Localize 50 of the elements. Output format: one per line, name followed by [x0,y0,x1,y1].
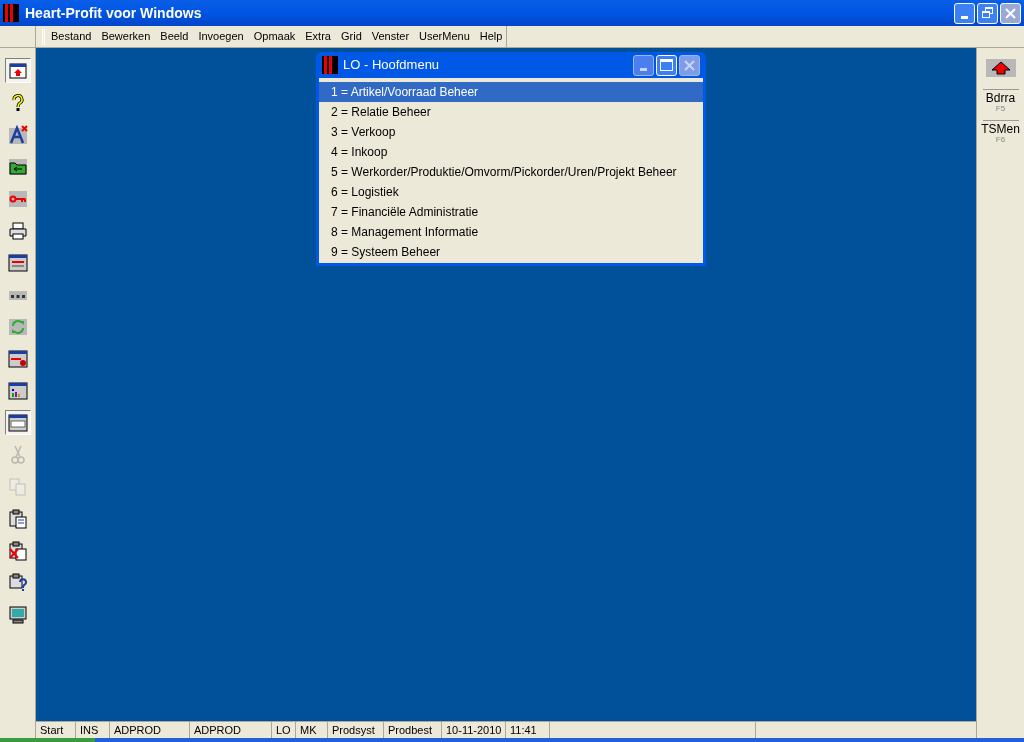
clipboard-question-icon [7,572,28,593]
menu-item[interactable]: Grid [340,28,362,45]
menu-option[interactable]: 3 = Verkoop [319,122,703,142]
app-logo-icon [322,56,338,74]
up-arrow-icon [990,61,1011,75]
menu-item[interactable]: Bestand [51,28,92,45]
toolbar-button[interactable]: TSMen F6 [982,120,1019,144]
key-icon [7,188,28,209]
window-title: Heart-Profit voor Windows [25,3,203,23]
clipboard-icon [7,508,28,529]
menu-option[interactable]: 4 = Inkoop [319,142,703,162]
menu-item[interactable]: Opmaak [253,28,296,45]
menu-option[interactable]: 2 = Relatie Beheer [319,102,703,122]
menu-option[interactable]: 9 = Systeem Beheer [319,242,703,262]
window-icon [7,412,28,433]
menu-option[interactable]: 1 = Artikel/Voorraad Beheer [319,82,703,102]
printer-icon [7,220,28,241]
menu-item[interactable]: Beeld [160,28,189,45]
dialog-title: LO - Hoofdmenu [343,56,441,75]
menu-item[interactable]: Venster [371,28,410,45]
menu-item[interactable]: Invoegen [198,28,244,45]
chart-window-icon [7,380,28,401]
toolbar-button[interactable]: Bdrra F5 [982,89,1019,113]
minimize-button[interactable] [633,54,654,76]
menu-item[interactable]: UserMenu [419,28,470,45]
clipboard-delete-icon [7,540,28,561]
restore-button[interactable] [977,2,998,24]
folder-icon [7,156,28,177]
font-icon [7,124,28,145]
menu-item[interactable]: Help [479,28,503,45]
up-arrow-button[interactable] [985,59,1016,77]
monitor-icon [7,604,28,625]
toolbar-button[interactable] [4,410,31,435]
menu-option[interactable]: 8 = Management Informatie [319,222,703,242]
form-window-icon [7,252,28,273]
menu-option[interactable]: 5 = Werkorder/Produktie/Omvorm/Pickorder/Uren/Projekt Beheer [319,162,703,182]
close-icon [1005,7,1016,19]
refresh-icon [7,316,28,337]
menu-option[interactable]: 6 = Logistiek [319,182,703,202]
toolbar-button[interactable] [4,58,31,83]
copy-icon [7,476,28,497]
app-logo-icon [3,4,19,22]
menu-item[interactable]: Bewerken [101,28,151,45]
close-button[interactable] [679,54,700,76]
menu-option[interactable]: 7 = Financiële Administratie [319,202,703,222]
maximize-button[interactable] [656,54,677,76]
close-icon [684,59,695,71]
menu-item[interactable]: Extra [305,28,331,45]
form-lock-icon [7,348,28,369]
screen-icon [7,60,28,81]
